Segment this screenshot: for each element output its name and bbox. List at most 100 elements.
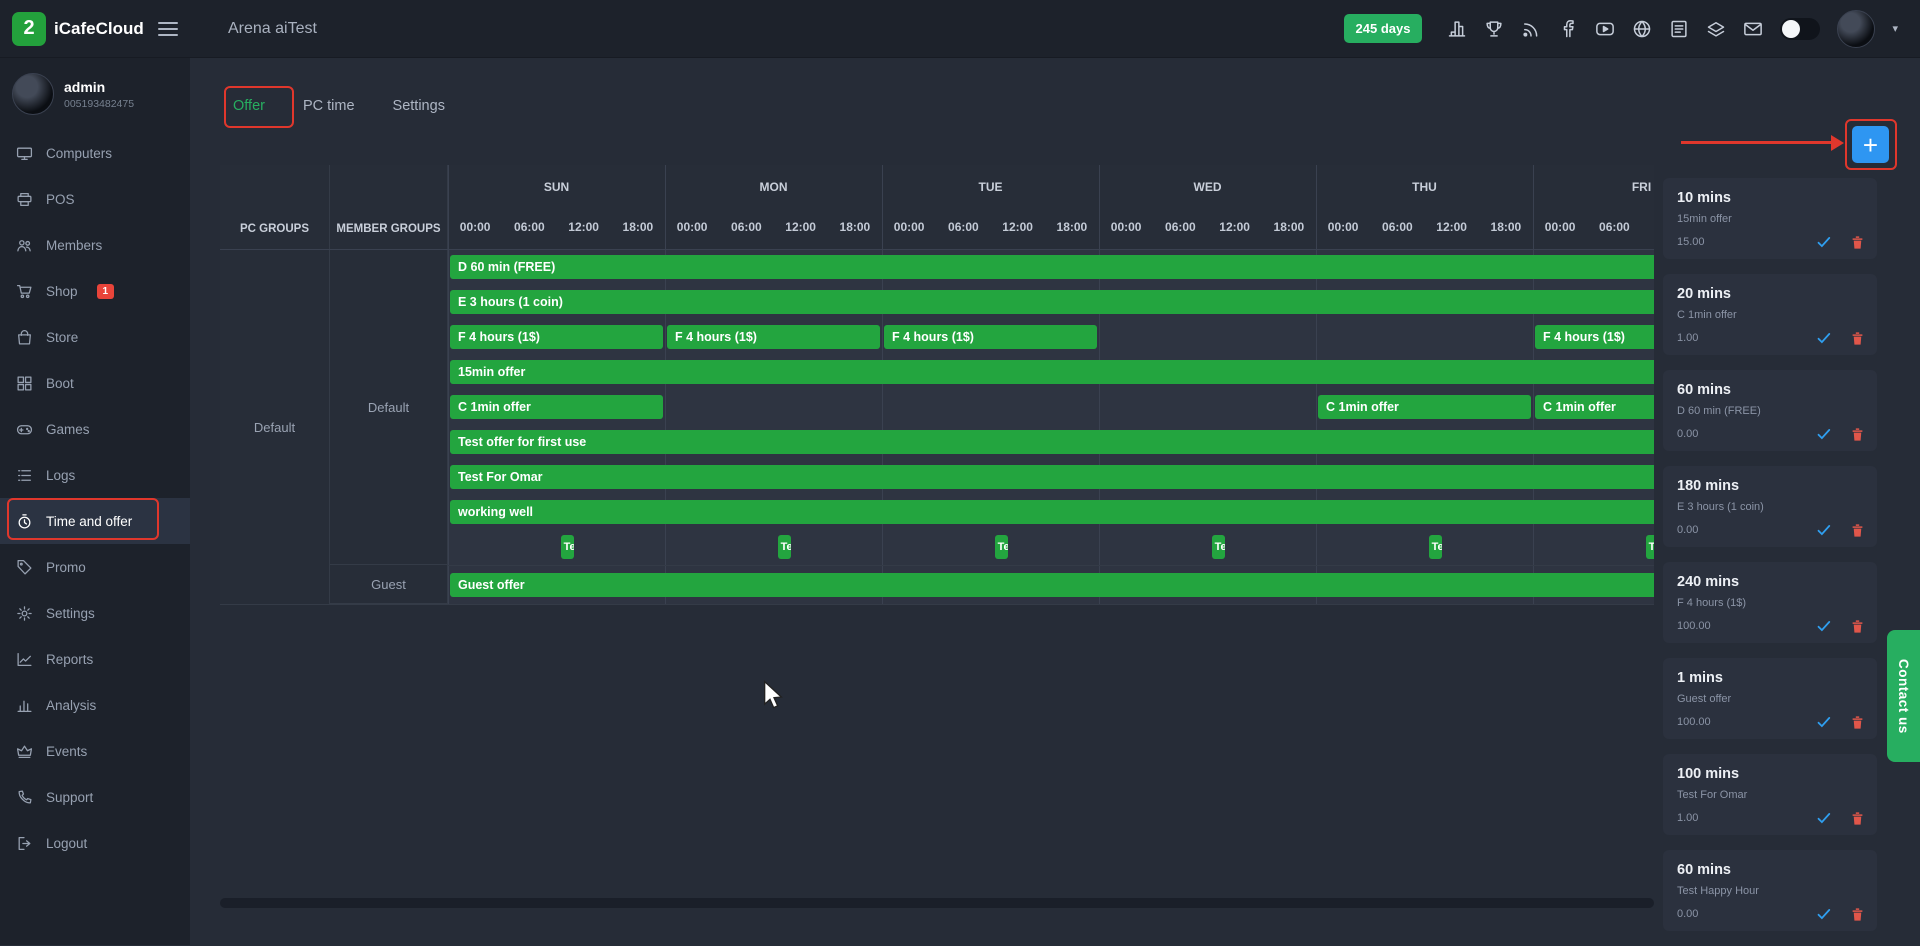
support-icon <box>16 789 33 806</box>
col-header-member-groups: MEMBER GROUPS <box>330 165 448 249</box>
offer-bar[interactable]: Guest offer <box>450 573 1654 597</box>
offer-bar[interactable]: F 4 hours (1$) <box>884 325 1097 349</box>
trophy-icon[interactable] <box>1484 19 1504 39</box>
offer-bar[interactable]: Test Happy Hour <box>561 535 574 559</box>
delete-icon[interactable] <box>1850 619 1865 634</box>
time-label: 06:00 <box>1370 209 1424 249</box>
facebook-icon[interactable] <box>1558 19 1578 39</box>
offer-bar[interactable]: C 1min offer <box>1535 395 1654 419</box>
check-icon[interactable] <box>1816 234 1832 250</box>
time-label: 00:00 <box>1099 209 1153 249</box>
sidebar-item-promo[interactable]: Promo <box>0 544 190 590</box>
sidebar-item-logout[interactable]: Logout <box>0 820 190 866</box>
time-label: 00:00 <box>1533 209 1587 249</box>
time-label: 12:00 <box>1642 209 1655 249</box>
check-icon[interactable] <box>1816 522 1832 538</box>
add-offer-button[interactable]: + <box>1852 126 1889 163</box>
stats-icon[interactable] <box>1447 19 1467 39</box>
offer-duration: 60 mins <box>1677 862 1863 878</box>
offer-bar[interactable]: working well <box>450 500 1654 524</box>
sidebar-avatar[interactable] <box>12 73 54 115</box>
offer-bar[interactable]: Test Happy Hour <box>995 535 1008 559</box>
tab-settings[interactable]: Settings <box>393 90 445 122</box>
offer-bar[interactable]: Test For Omar <box>450 465 1654 489</box>
offer-bar[interactable]: F 4 hours (1$) <box>1535 325 1654 349</box>
offer-bar[interactable]: Test Happy Hour <box>1646 535 1654 559</box>
menu-toggle-icon[interactable] <box>158 22 178 36</box>
offer-bar[interactable]: D 60 min (FREE) <box>450 255 1654 279</box>
delete-icon[interactable] <box>1850 715 1865 730</box>
boot-icon <box>16 375 33 392</box>
schedule-row: Test offer for first use <box>448 425 1654 460</box>
offer-bar[interactable]: Test Happy Hour <box>1212 535 1225 559</box>
check-icon[interactable] <box>1816 330 1832 346</box>
theme-toggle[interactable] <box>1780 18 1820 40</box>
sidebar-item-label: Members <box>46 238 102 253</box>
chevron-down-icon[interactable]: ▾ <box>1892 22 1898 35</box>
check-icon[interactable] <box>1816 810 1832 826</box>
offer-card: 180 minsE 3 hours (1 coin)0.00 <box>1663 466 1877 547</box>
time-label: 00:00 <box>665 209 719 249</box>
offer-bar[interactable]: F 4 hours (1$) <box>667 325 880 349</box>
sidebar-item-games[interactable]: Games <box>0 406 190 452</box>
check-icon[interactable] <box>1816 426 1832 442</box>
offer-duration: 60 mins <box>1677 382 1863 398</box>
sidebar-item-time-and-offer[interactable]: Time and offer <box>0 498 190 544</box>
subscription-days-badge[interactable]: 245 days <box>1344 14 1423 43</box>
store-icon <box>16 329 33 346</box>
sidebar-item-reports[interactable]: Reports <box>0 636 190 682</box>
layers-icon[interactable] <box>1706 19 1726 39</box>
offer-bar[interactable]: Test Happy Hour <box>1429 535 1442 559</box>
user-avatar[interactable] <box>1837 10 1875 48</box>
offer-bar[interactable]: C 1min offer <box>1318 395 1531 419</box>
offer-bar[interactable]: 15min offer <box>450 360 1654 384</box>
sidebar-item-boot[interactable]: Boot <box>0 360 190 406</box>
sidebar-item-logs[interactable]: Logs <box>0 452 190 498</box>
sidebar: admin 005193482475 ComputersPOSMembersSh… <box>0 58 190 945</box>
offer-bar[interactable]: E 3 hours (1 coin) <box>450 290 1654 314</box>
member-group-cell: Guest <box>330 565 447 604</box>
delete-icon[interactable] <box>1850 331 1865 346</box>
invoice-icon[interactable] <box>1669 19 1689 39</box>
sidebar-item-computers[interactable]: Computers <box>0 130 190 176</box>
schedule-row: F 4 hours (1$)F 4 hours (1$)F 4 hours (1… <box>448 320 1654 355</box>
contact-us-button[interactable]: Contact us <box>1887 630 1920 762</box>
delete-icon[interactable] <box>1850 811 1865 826</box>
sidebar-item-settings[interactable]: Settings <box>0 590 190 636</box>
sidebar-item-label: Games <box>46 422 90 437</box>
globe-icon[interactable] <box>1632 19 1652 39</box>
sidebar-item-analysis[interactable]: Analysis <box>0 682 190 728</box>
offer-price: 1.00 <box>1677 812 1698 824</box>
check-icon[interactable] <box>1816 714 1832 730</box>
delete-icon[interactable] <box>1850 427 1865 442</box>
sidebar-item-pos[interactable]: POS <box>0 176 190 222</box>
pos-icon <box>16 191 33 208</box>
tab-pc-time[interactable]: PC time <box>303 90 355 122</box>
sidebar-item-events[interactable]: Events <box>0 728 190 774</box>
schedule-group-default: D 60 min (FREE) E 3 hours (1 coin) F 4 hou… <box>448 250 1654 565</box>
check-icon[interactable] <box>1816 906 1832 922</box>
sidebar-item-label: Store <box>46 330 78 345</box>
rss-icon[interactable] <box>1521 19 1541 39</box>
sidebar-item-label: Support <box>46 790 93 805</box>
check-icon[interactable] <box>1816 618 1832 634</box>
offer-bar[interactable]: Test offer for first use <box>450 430 1654 454</box>
sidebar-item-store[interactable]: Store <box>0 314 190 360</box>
sidebar-item-members[interactable]: Members <box>0 222 190 268</box>
mail-icon[interactable] <box>1743 19 1763 39</box>
offer-bar[interactable]: Test Happy Hour <box>778 535 791 559</box>
delete-icon[interactable] <box>1850 235 1865 250</box>
horizontal-scrollbar[interactable] <box>220 898 1654 908</box>
sidebar-item-shop[interactable]: Shop1 <box>0 268 190 314</box>
day-name: TUE <box>882 165 1099 209</box>
sidebar-item-support[interactable]: Support <box>0 774 190 820</box>
youtube-icon[interactable] <box>1595 19 1615 39</box>
offer-bar[interactable]: F 4 hours (1$) <box>450 325 663 349</box>
tabs: Offer PC time Settings <box>233 90 445 122</box>
tab-offer[interactable]: Offer <box>233 90 265 122</box>
offer-bar[interactable]: C 1min offer <box>450 395 663 419</box>
delete-icon[interactable] <box>1850 523 1865 538</box>
schedule-row: C 1min offerC 1min offerC 1min offer <box>448 390 1654 425</box>
time-label: 18:00 <box>1262 209 1316 249</box>
delete-icon[interactable] <box>1850 907 1865 922</box>
